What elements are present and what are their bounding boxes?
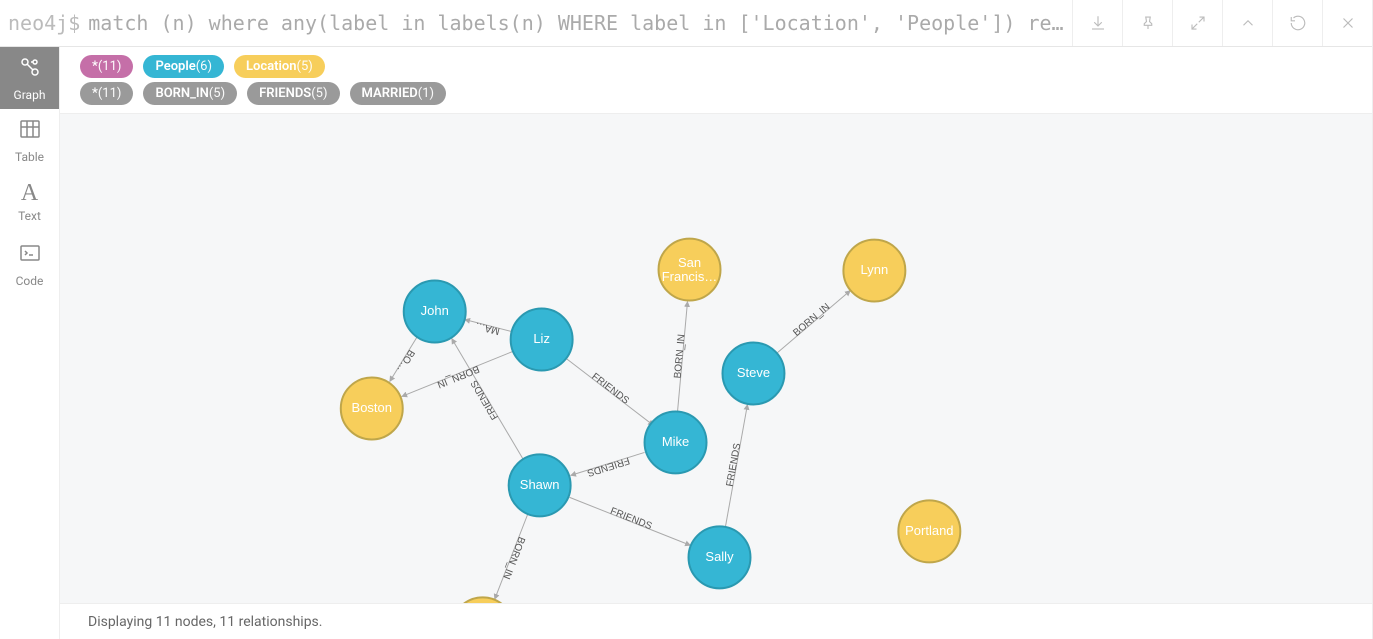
pill-born-in[interactable]: BORN_IN(5)	[143, 82, 237, 105]
node-portland[interactable]: Portland	[898, 500, 960, 562]
node-boston[interactable]: Boston	[341, 377, 403, 439]
collapse-up-icon[interactable]	[1222, 0, 1272, 46]
svg-text:John: John	[421, 303, 449, 318]
edge-label: BO…	[394, 348, 416, 375]
code-icon	[18, 241, 42, 270]
node-steve[interactable]: Steve	[722, 343, 784, 405]
svg-text:Portland: Portland	[905, 523, 953, 538]
graph-icon	[18, 55, 42, 84]
node-san-francisco[interactable]: San Francis…	[659, 239, 721, 301]
pill-married[interactable]: MARRIED(1)	[350, 82, 447, 105]
status-text: Displaying 11 nodes, 11 relationships.	[88, 614, 322, 630]
edge-label: BORN_IN	[791, 302, 832, 339]
edge-label: FRIENDS	[725, 442, 744, 487]
tab-label: Code	[16, 274, 44, 288]
text-icon: A	[21, 181, 38, 205]
edge-label: BORN_IN	[673, 334, 688, 379]
expand-icon[interactable]	[1172, 0, 1222, 46]
graph-canvas[interactable]: MA… BO… BORN_IN FRIENDS FRIENDS FRIENDS …	[60, 114, 1372, 603]
tab-code[interactable]: Code	[0, 233, 59, 295]
svg-text:Mike: Mike	[662, 434, 689, 449]
node-label-pills: *(11) People(6) Location(5)	[60, 47, 1372, 80]
node-john[interactable]: John	[404, 281, 466, 343]
refresh-icon[interactable]	[1272, 0, 1322, 46]
tab-label: Text	[18, 209, 41, 223]
pill-all-nodes[interactable]: *(11)	[80, 55, 133, 78]
tab-graph[interactable]: Graph	[0, 47, 59, 109]
tab-label: Graph	[14, 88, 46, 102]
node-mike[interactable]: Mike	[645, 411, 707, 473]
edge-label: BORN_IN	[500, 535, 526, 580]
close-icon[interactable]	[1322, 0, 1372, 46]
svg-text:Liz: Liz	[533, 331, 550, 346]
edge-label: FRIENDS	[609, 506, 654, 533]
query-text[interactable]: match (n) where any(label in labels(n) W…	[88, 0, 1072, 46]
node-lynn[interactable]: Lynn	[843, 240, 905, 302]
edge-label: FRIENDS	[469, 378, 501, 422]
query-prompt: neo4j$	[0, 0, 88, 46]
pill-all-rels[interactable]: *(11)	[80, 82, 133, 105]
edge-label: FRIENDS	[585, 455, 630, 479]
svg-text:Steve: Steve	[737, 365, 770, 380]
edge-label: MA…	[474, 320, 501, 337]
pill-friends[interactable]: FRIENDS(5)	[247, 82, 339, 105]
node-shawn[interactable]: Shawn	[509, 454, 571, 516]
svg-text:Sally: Sally	[705, 549, 734, 564]
relationship-pills: *(11) BORN_IN(5) FRIENDS(5) MARRIED(1)	[60, 80, 1372, 107]
svg-text:San: San	[678, 255, 701, 270]
table-icon	[18, 117, 42, 146]
node-miami[interactable]: Miami	[452, 597, 514, 603]
pill-location[interactable]: Location(5)	[234, 55, 325, 78]
edge-label: FRIENDS	[589, 371, 631, 407]
node-sally[interactable]: Sally	[689, 526, 751, 588]
tab-table[interactable]: Table	[0, 109, 59, 171]
tab-label: Table	[15, 150, 44, 164]
svg-text:Francis…: Francis…	[662, 269, 718, 284]
svg-text:Shawn: Shawn	[520, 477, 560, 492]
pin-icon[interactable]	[1122, 0, 1172, 46]
svg-text:Lynn: Lynn	[861, 262, 889, 277]
pill-people[interactable]: People(6)	[143, 55, 224, 78]
download-icon[interactable]	[1072, 0, 1122, 46]
tab-text[interactable]: A Text	[0, 171, 59, 233]
node-liz[interactable]: Liz	[511, 309, 573, 371]
svg-text:Boston: Boston	[352, 400, 392, 415]
